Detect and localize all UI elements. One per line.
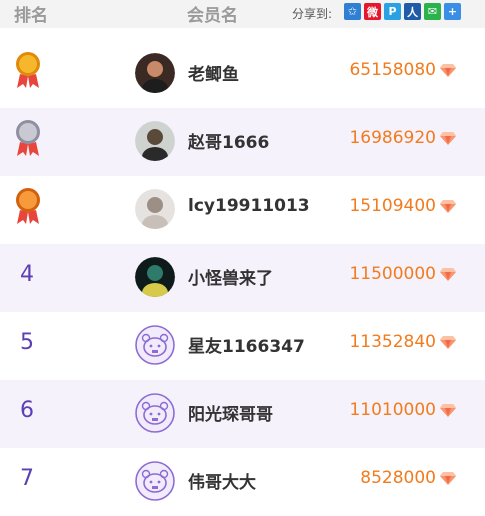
share-icons: ✩ 微 P 人 ✉ + <box>344 3 461 20</box>
score-value: 15109400 <box>349 196 436 216</box>
leaderboard-row[interactable]: 老鲫鱼 65158080 <box>0 40 485 108</box>
avatar[interactable] <box>135 53 175 93</box>
score-value: 65158080 <box>349 60 436 80</box>
member-name[interactable]: 阳光琛哥哥 <box>188 400 273 425</box>
default-avatar[interactable] <box>135 461 175 501</box>
diamond-icon <box>440 266 456 281</box>
score-value: 16986920 <box>349 128 436 148</box>
member-name[interactable]: 星友1166347 <box>188 332 305 357</box>
diamond-icon <box>440 470 456 485</box>
score-value: 11010000 <box>349 400 436 420</box>
weibo-icon[interactable]: 微 <box>364 3 381 20</box>
renren-icon[interactable]: 人 <box>404 3 421 20</box>
member-name[interactable]: 赵哥1666 <box>188 128 269 153</box>
avatar[interactable] <box>135 121 175 161</box>
silver-medal-icon <box>14 118 42 158</box>
leaderboard-row[interactable]: 4 小怪兽来了 11500000 <box>0 244 485 312</box>
member-name[interactable]: 伟哥大大 <box>188 468 256 493</box>
diamond-icon <box>440 198 456 213</box>
leaderboard-header: 排名 会员名 分享到: ✩ 微 P 人 ✉ + <box>0 0 485 28</box>
score-value: 11500000 <box>349 264 436 284</box>
member-column-header: 会员名 <box>187 6 238 26</box>
avatar[interactable] <box>135 189 175 229</box>
rank-number: 4 <box>20 262 34 287</box>
rank-number: 6 <box>20 398 34 423</box>
member-name[interactable]: 老鲫鱼 <box>188 60 239 85</box>
member-name[interactable]: lcy19911013 <box>188 196 310 216</box>
leaderboard-row[interactable]: 6 阳光琛哥哥 11010000 <box>0 380 485 448</box>
leaderboard-row[interactable]: 7 伟哥大大 8528000 <box>0 448 485 516</box>
score-value: 11352840 <box>349 332 436 352</box>
diamond-icon <box>440 62 456 77</box>
rank-number: 7 <box>20 466 34 491</box>
tqq-icon[interactable]: P <box>384 3 401 20</box>
share-label: 分享到: <box>292 7 333 21</box>
member-name[interactable]: 小怪兽来了 <box>188 264 273 289</box>
rank-column-header: 排名 <box>14 6 48 26</box>
score-value: 8528000 <box>360 468 436 488</box>
rank-number: 5 <box>20 330 34 355</box>
default-avatar[interactable] <box>135 325 175 365</box>
more-icon[interactable]: + <box>444 3 461 20</box>
leaderboard-row[interactable]: 5 星友1166347 11352840 <box>0 312 485 380</box>
leaderboard-row[interactable]: lcy19911013 15109400 <box>0 176 485 244</box>
gold-medal-icon <box>14 50 42 90</box>
avatar[interactable] <box>135 257 175 297</box>
diamond-icon <box>440 402 456 417</box>
diamond-icon <box>440 334 456 349</box>
wechat-icon[interactable]: ✉ <box>424 3 441 20</box>
diamond-icon <box>440 130 456 145</box>
qzone-icon[interactable]: ✩ <box>344 3 361 20</box>
bronze-medal-icon <box>14 186 42 226</box>
leaderboard-row[interactable]: 赵哥1666 16986920 <box>0 108 485 176</box>
default-avatar[interactable] <box>135 393 175 433</box>
